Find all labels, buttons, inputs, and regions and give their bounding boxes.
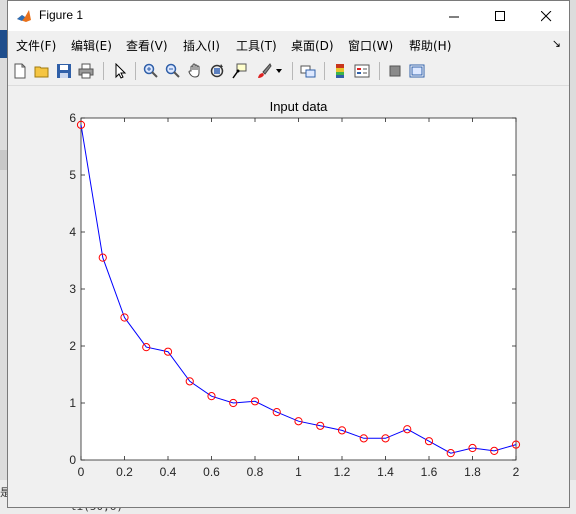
brush-dropdown[interactable]: [274, 61, 284, 81]
open-button[interactable]: [32, 61, 52, 81]
minimize-icon: [448, 16, 459, 17]
x-tick-label: 1.2: [334, 465, 351, 479]
open-folder-icon: [34, 66, 49, 78]
zoom-in-icon: [143, 63, 158, 78]
new-file-icon: [14, 63, 26, 79]
window-title: Figure 1: [39, 8, 84, 22]
toolbar-separator: [135, 62, 136, 80]
plot-area: Input data 0 0.2 0.4 0.6 0.8 1 1.2 1.4 1.6 1.8 2 0 1 2…: [69, 99, 521, 479]
y-tick-label: 0: [69, 453, 76, 467]
x-tick-label: 0: [78, 465, 85, 479]
maximize-icon: [494, 10, 505, 21]
hide-plot-tools-button[interactable]: [385, 61, 405, 81]
menu-tools[interactable]: 工具(T): [236, 37, 277, 54]
legend-button[interactable]: [352, 61, 372, 81]
brush-button[interactable]: [254, 61, 274, 81]
toolbar-separator: [292, 62, 293, 80]
toolbar-separator: [103, 62, 104, 80]
x-tick-label: 1.6: [421, 465, 438, 479]
title-bar: Figure 1: [8, 1, 569, 31]
zoom-out-button[interactable]: [163, 61, 183, 81]
zoom-out-icon: [165, 63, 180, 78]
x-tick-label: 0.8: [247, 465, 264, 479]
y-tick-label: 4: [69, 225, 76, 239]
show-plot-tools-button[interactable]: [407, 61, 427, 81]
link-plot-button[interactable]: [298, 61, 318, 81]
colorbar-icon: [336, 64, 344, 78]
legend-icon: [354, 64, 370, 78]
menu-bar: 文件(F) 编辑(E) 查看(V) 插入(I) 工具(T) 桌面(D) 窗口(W…: [8, 32, 569, 56]
x-tick-label: 0.4: [160, 465, 177, 479]
x-tick-label: 0.6: [203, 465, 220, 479]
figure-canvas: Input data 0 0.2 0.4 0.6 0.8 1 1.2 1.4 1.6 1.8 2 0 1 2…: [8, 87, 569, 507]
x-tick-label: 0.2: [116, 465, 133, 479]
y-tick-label: 2: [69, 339, 76, 353]
hand-icon: [188, 63, 200, 78]
data-cursor-icon: [232, 63, 247, 79]
link-icon: [300, 65, 316, 78]
edit-plot-button[interactable]: [110, 61, 130, 81]
toolbar-separator: [324, 62, 325, 80]
rotate-3d-button[interactable]: [207, 61, 227, 81]
y-tick-label: 1: [69, 396, 76, 410]
save-icon: [57, 64, 71, 78]
chart-title: Input data: [270, 99, 329, 114]
menu-overflow-icon[interactable]: ↘: [552, 37, 561, 50]
hide-tools-icon: [389, 65, 401, 77]
y-tick-label: 5: [69, 168, 76, 182]
new-figure-button[interactable]: [10, 61, 30, 81]
x-tick-label: 1: [295, 465, 302, 479]
pan-button[interactable]: [185, 61, 205, 81]
x-tick-label: 1.4: [377, 465, 394, 479]
menu-insert[interactable]: 插入(I): [183, 37, 220, 54]
zoom-in-button[interactable]: [141, 61, 161, 81]
close-icon: [540, 10, 551, 21]
pointer-icon: [115, 63, 127, 79]
maximize-button[interactable]: [477, 1, 523, 31]
close-button[interactable]: [523, 1, 569, 31]
matlab-icon: [16, 8, 32, 24]
menu-file[interactable]: 文件(F): [16, 37, 56, 54]
data-cursor-button[interactable]: [229, 61, 249, 81]
toolbar-separator: [379, 62, 380, 80]
x-tick-label: 1.8: [464, 465, 481, 479]
chevron-down-icon: [276, 69, 282, 73]
menu-window[interactable]: 窗口(W): [348, 37, 393, 54]
save-button[interactable]: [54, 61, 74, 81]
menu-help[interactable]: 帮助(H): [409, 37, 451, 54]
menu-edit[interactable]: 编辑(E): [71, 37, 112, 54]
y-tick-label: 6: [69, 111, 76, 125]
print-button[interactable]: [76, 61, 96, 81]
brush-icon: [258, 63, 272, 78]
rotate-icon: [210, 64, 224, 78]
menu-desktop[interactable]: 桌面(D): [291, 37, 334, 54]
y-tick-label: 3: [69, 282, 76, 296]
show-tools-icon: [409, 64, 425, 78]
axes-box: [80, 117, 517, 461]
x-tick-label: 2: [513, 465, 520, 479]
minimize-button[interactable]: [431, 1, 477, 31]
menu-view[interactable]: 查看(V): [126, 37, 168, 54]
print-icon: [78, 63, 94, 79]
figure-window: Figure 1 文件(F) 编辑(E) 查看(V) 插入(I) 工具(T) 桌…: [7, 0, 570, 508]
toolbar: [8, 57, 569, 86]
colorbar-button[interactable]: [330, 61, 350, 81]
